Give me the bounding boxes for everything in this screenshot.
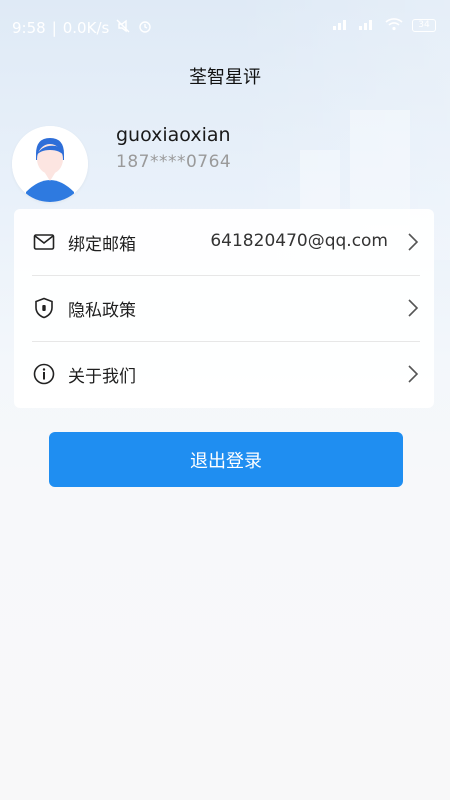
logout-button[interactable]: 退出登录: [49, 432, 403, 487]
profile-section[interactable]: guoxiaoxian 187****0764: [12, 124, 231, 202]
menu-item-label: 绑定邮箱: [68, 234, 136, 255]
alarm-icon: [137, 18, 153, 38]
phone-number: 187****0764: [116, 152, 232, 172]
menu-item-privacy-policy[interactable]: 隐私政策: [14, 275, 434, 341]
menu-item-value: 641820470@qq.com: [210, 231, 388, 251]
page-title: 荃智星评: [189, 67, 261, 88]
info-icon: [32, 362, 56, 386]
menu-item-label: 隐私政策: [68, 300, 136, 321]
status-network-speed: 0.0K/s: [62, 19, 110, 37]
chevron-right-icon: [406, 232, 420, 252]
chevron-right-icon: [406, 364, 420, 384]
status-time: 9:58: [12, 19, 46, 37]
battery-icon: 34: [412, 19, 436, 32]
menu-item-label: 关于我们: [68, 366, 136, 387]
menu-item-bind-email[interactable]: 绑定邮箱 641820470@qq.com: [14, 209, 434, 275]
username: guoxiaoxian: [116, 124, 231, 146]
status-divider: |: [51, 19, 57, 37]
profile-text: guoxiaoxian 187****0764: [116, 124, 316, 172]
avatar-icon: [12, 126, 88, 202]
menu-item-about-us[interactable]: 关于我们: [14, 341, 434, 407]
settings-card: 绑定邮箱 641820470@qq.com 隐私政策 关于我们: [14, 209, 434, 408]
mail-icon: [32, 230, 56, 254]
wifi-icon: [384, 16, 404, 35]
status-left: 9:58 | 0.0K/s: [12, 18, 153, 38]
chevron-right-icon: [406, 298, 420, 318]
mute-icon: [115, 18, 131, 38]
battery-level: 34: [412, 19, 436, 32]
shield-icon: [32, 296, 56, 320]
avatar[interactable]: [12, 126, 88, 202]
signal-icon: [358, 16, 376, 35]
signal-icon: [332, 16, 350, 35]
status-bar: 9:58 | 0.0K/s 34: [0, 0, 450, 56]
status-icons: 34: [332, 16, 436, 35]
